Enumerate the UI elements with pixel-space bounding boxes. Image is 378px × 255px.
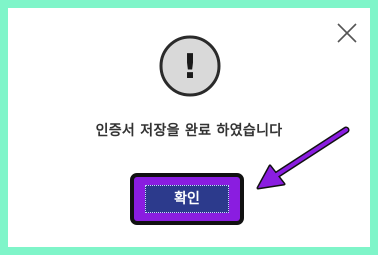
highlight-box: 확인 [130,173,244,225]
confirm-button[interactable]: 확인 [145,185,229,213]
alert-dialog: ! 인증서 저장을 완료 하였습니다 확인 [8,8,370,247]
arrow-pointer [256,126,350,190]
close-icon[interactable] [335,21,359,45]
exclamation-circle-icon: ! [159,35,221,97]
alert-symbol: ! [182,47,198,87]
